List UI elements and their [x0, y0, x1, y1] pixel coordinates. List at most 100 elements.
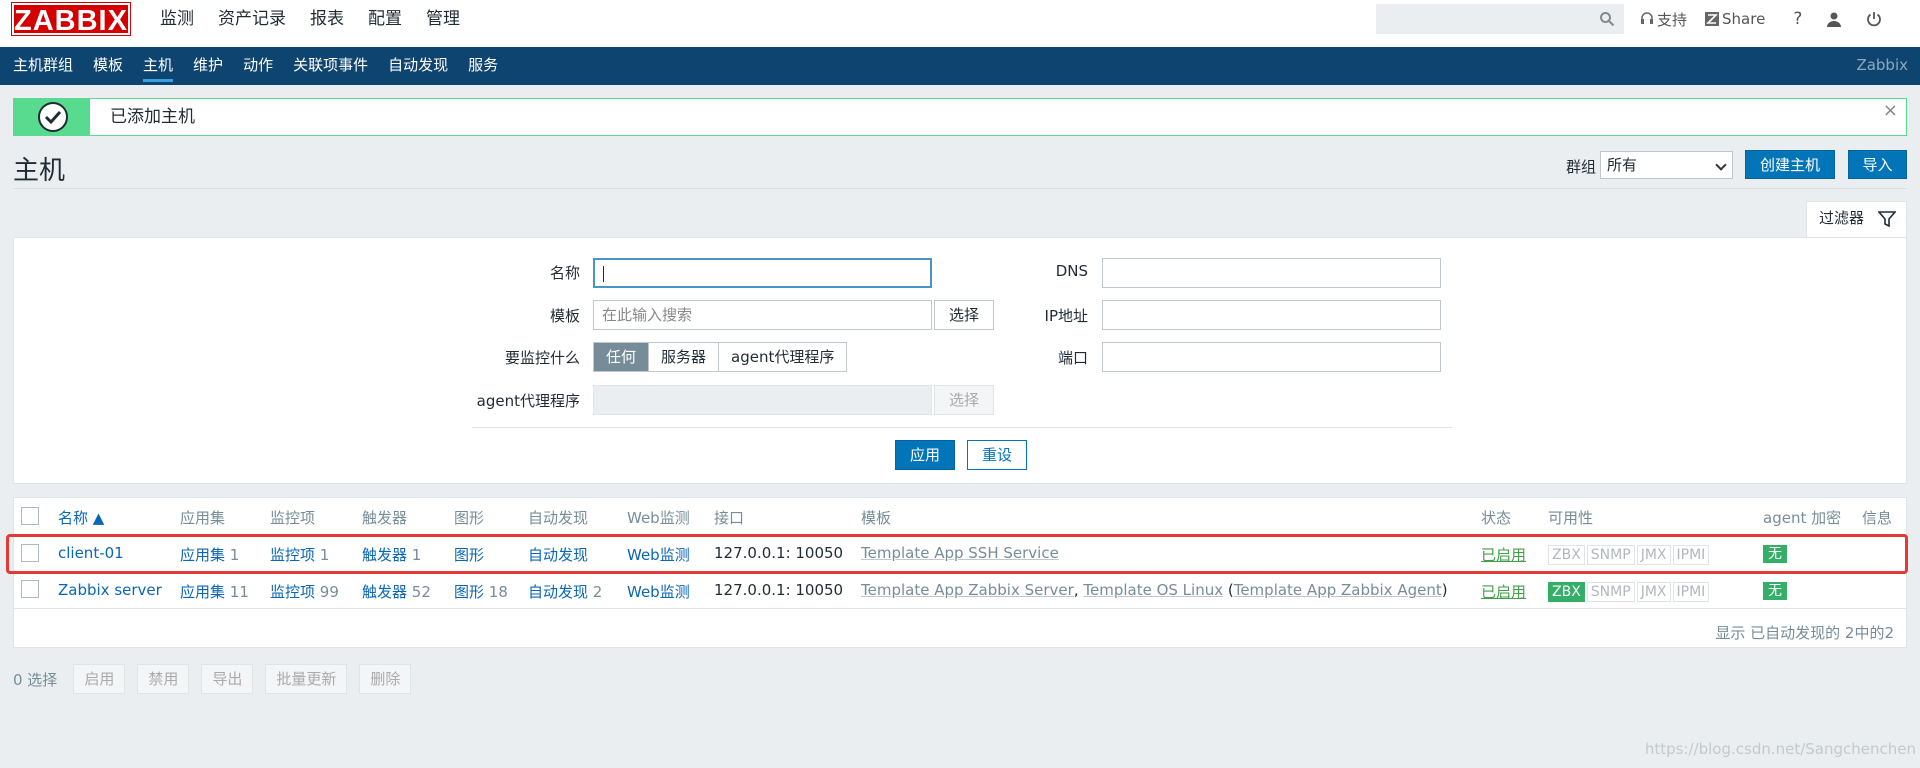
template-link[interactable]: Template OS Linux: [1083, 581, 1223, 599]
main-nav: 监测 资产记录 报表 配置 管理: [148, 0, 472, 56]
col-items: 监控项: [270, 509, 316, 527]
applications-count: 11: [229, 583, 249, 601]
subnav-event-correlation[interactable]: 关联项事件: [283, 47, 378, 85]
group-select[interactable]: 所有: [1600, 151, 1733, 179]
triggers-count: 52: [411, 583, 431, 601]
group-label: 群组: [1566, 158, 1597, 176]
nav-monitoring[interactable]: 监测: [148, 0, 206, 47]
proxy-select-button[interactable]: 选择: [934, 385, 994, 415]
filter-panel: 名称 模板 在此输入搜索 选择 要监控什么 任何 服务器 agent代理程序 a…: [13, 237, 1907, 484]
subnav-maintenance[interactable]: 维护: [183, 47, 233, 85]
create-host-button[interactable]: 创建主机: [1745, 150, 1835, 179]
triggers-link[interactable]: 触发器: [362, 583, 407, 601]
col-encryption: agent 加密: [1763, 509, 1842, 527]
row-checkbox[interactable]: [21, 580, 39, 598]
filter-divider: [472, 427, 1452, 428]
apply-button[interactable]: 应用: [895, 440, 955, 470]
share-label: Share: [1722, 10, 1766, 28]
col-applications: 应用集: [180, 509, 226, 527]
close-icon[interactable]: ×: [1883, 99, 1898, 123]
monitored-by-proxy[interactable]: agent代理程序: [718, 343, 846, 371]
enable-button[interactable]: 启用: [73, 664, 126, 694]
check-circle-icon: [38, 102, 68, 132]
items-cell: 监控项 99: [270, 581, 339, 602]
select-all-checkbox[interactable]: [21, 507, 39, 525]
port-input[interactable]: [1102, 342, 1441, 372]
nav-inventory[interactable]: 资产记录: [206, 0, 298, 47]
mass-actions: 0 选择 启用 禁用 导出 批量更新 删除: [13, 664, 423, 694]
proxy-input[interactable]: [593, 385, 932, 415]
subnav-actions[interactable]: 动作: [233, 47, 283, 85]
name-input[interactable]: [593, 258, 932, 288]
template-link[interactable]: Template App Zabbix Server: [861, 581, 1074, 599]
interface-cell: 127.0.0.1: 10050: [714, 581, 844, 599]
monitored-by-any[interactable]: 任何: [594, 343, 649, 371]
ipmi-indicator: IPMI: [1672, 582, 1710, 602]
top-links: 支持 Share ?: [1640, 0, 1882, 38]
delete-button[interactable]: 删除: [359, 664, 412, 694]
monitored-by-server[interactable]: 服务器: [648, 343, 718, 371]
host-name-link[interactable]: Zabbix server: [58, 581, 162, 599]
col-availability: 可用性: [1548, 509, 1594, 527]
ip-input[interactable]: [1102, 300, 1441, 330]
export-button[interactable]: 导出: [201, 664, 254, 694]
success-icon-box: [14, 99, 90, 135]
support-link[interactable]: 支持: [1640, 9, 1687, 30]
reset-button[interactable]: 重设: [967, 440, 1027, 470]
nav-administration[interactable]: 管理: [414, 0, 472, 47]
search-icon[interactable]: [1599, 11, 1615, 27]
chevron-down-icon: [1715, 159, 1727, 171]
proxy-label: agent代理程序: [476, 392, 580, 410]
sign-out-icon[interactable]: [1866, 11, 1882, 27]
watermark: https://blog.csdn.net/Sangchenchen: [1644, 740, 1916, 758]
discovery-count: 2: [592, 583, 603, 601]
template-input[interactable]: 在此输入搜索: [593, 300, 932, 330]
items-link[interactable]: 监控项: [270, 583, 315, 601]
help-icon[interactable]: ?: [1793, 9, 1802, 29]
subnav-host-groups[interactable]: 主机群组: [3, 47, 83, 85]
port-label: 端口: [1057, 349, 1088, 367]
col-graphs: 图形: [454, 509, 485, 527]
row-highlight-annotation: [6, 534, 1908, 574]
filter-icon: [1878, 211, 1896, 228]
share-link[interactable]: Share: [1705, 10, 1765, 28]
share-z-icon: [1705, 12, 1720, 26]
message-text: 已添加主机: [110, 107, 195, 127]
subnav-services[interactable]: 服务: [458, 47, 508, 85]
import-button[interactable]: 导入: [1848, 150, 1907, 179]
server-name: Zabbix: [1856, 56, 1908, 74]
web-link[interactable]: Web监测: [627, 581, 690, 602]
table-footer-count: 显示 已自动发现的 2中的2: [1715, 624, 1894, 642]
search-input[interactable]: [1376, 4, 1624, 34]
template-select-button[interactable]: 选择: [934, 300, 994, 330]
encryption-badge: 无: [1763, 582, 1787, 600]
applications-link[interactable]: 应用集: [180, 583, 225, 601]
nav-configuration[interactable]: 配置: [356, 0, 414, 56]
triggers-cell: 触发器 52: [362, 581, 431, 602]
nav-reports[interactable]: 报表: [298, 0, 356, 47]
filter-tab[interactable]: 过滤器: [1806, 201, 1907, 238]
discovery-link[interactable]: 自动发现: [528, 583, 588, 601]
graphs-link[interactable]: 图形: [454, 583, 484, 601]
monitored-by-toggle[interactable]: 任何 服务器 agent代理程序: [593, 342, 848, 372]
col-templates: 模板: [861, 509, 892, 527]
user-profile-icon[interactable]: [1826, 11, 1842, 27]
subnav-discovery[interactable]: 自动发现: [378, 47, 458, 85]
subnav-hosts[interactable]: 主机: [133, 47, 183, 85]
filter-tab-label: 过滤器: [1819, 209, 1865, 227]
template-link[interactable]: Template App Zabbix Agent: [1234, 581, 1442, 599]
support-label: 支持: [1657, 10, 1688, 29]
snmp-indicator: SNMP: [1586, 582, 1635, 602]
zbx-indicator: ZBX: [1548, 582, 1585, 602]
zabbix-logo[interactable]: ZABBIX: [11, 2, 131, 37]
row-divider: [14, 608, 1906, 609]
dns-input[interactable]: [1102, 258, 1441, 288]
col-name[interactable]: 名称 ▲: [58, 507, 104, 528]
ip-label: IP地址: [1044, 307, 1088, 325]
disable-button[interactable]: 禁用: [137, 664, 190, 694]
mass-update-button[interactable]: 批量更新: [265, 664, 348, 694]
header-divider: [13, 188, 1907, 189]
status-enabled-link[interactable]: 已启用: [1481, 581, 1526, 602]
availability-indicators: ZBX SNMP JMX IPMI: [1548, 582, 1710, 602]
subnav-templates[interactable]: 模板: [83, 47, 133, 85]
